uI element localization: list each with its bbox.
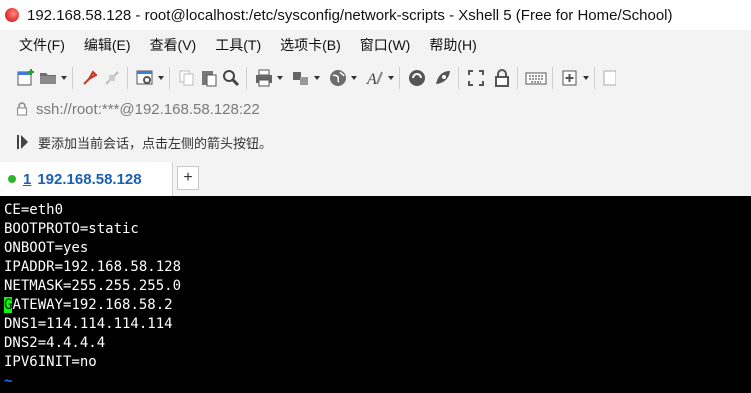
tab-number: 1 (23, 170, 32, 188)
new-tab-icon (562, 70, 577, 86)
paste-icon (202, 71, 217, 87)
find-icon (223, 70, 240, 87)
session-hint-bar: 要添加当前会话，点击左侧的箭头按钮。 (0, 128, 751, 156)
transfer-dropdown-icon[interactable] (314, 76, 320, 80)
open-button[interactable] (38, 66, 67, 90)
font-button[interactable]: A (365, 66, 394, 90)
toolbar-separator (72, 67, 73, 89)
transfer-icon (293, 72, 308, 85)
fullscreen-button[interactable] (466, 66, 486, 90)
keyboard-button[interactable] (525, 66, 547, 90)
terminal-line: NETMASK=255.255.255.0 (4, 278, 182, 294)
layout-button[interactable] (602, 66, 616, 90)
layout-icon (603, 70, 616, 86)
terminal-tilde: ~ (4, 373, 13, 389)
disconnect-icon (105, 71, 119, 85)
toolbar-separator (399, 67, 400, 89)
find-button[interactable] (221, 66, 241, 90)
font-icon: A (366, 71, 383, 88)
paste-button[interactable] (199, 66, 219, 90)
terminal-line: IPADDR=192.168.58.128 (4, 259, 182, 275)
disconnect-button[interactable] (102, 66, 122, 90)
print-button[interactable] (254, 66, 283, 90)
connect-button[interactable] (80, 66, 100, 90)
lock-button[interactable] (492, 66, 512, 90)
new-session-icon (17, 69, 34, 86)
lock-icon (495, 69, 509, 87)
terminal-line: DNS1=114.114.114.114 (4, 316, 173, 332)
add-tab-button[interactable]: + (177, 166, 199, 190)
print-dropdown-icon[interactable] (277, 76, 283, 80)
connected-status-icon (8, 175, 16, 183)
xftp-icon (409, 70, 425, 86)
globe-button[interactable] (328, 66, 357, 90)
globe-icon (330, 70, 346, 86)
globe-dropdown-icon[interactable] (351, 76, 357, 80)
toolbar-separator (594, 67, 595, 89)
menu-tools[interactable]: 工具(T) (209, 35, 267, 55)
toolbar-separator (552, 67, 553, 89)
toolbar-separator (246, 67, 247, 89)
toolbar-separator (517, 67, 518, 89)
new-tab-dropdown-icon[interactable] (583, 76, 589, 80)
menu-edit[interactable]: 编辑(E) (78, 35, 137, 55)
svg-text:A: A (366, 71, 377, 88)
tab-label: 1 192.168.58.128 (23, 171, 142, 188)
terminal-line: DNS2=4.4.4.4 (4, 335, 106, 351)
add-session-arrow-icon[interactable] (16, 133, 30, 151)
session-hint-text: 要添加当前会话，点击左侧的箭头按钮。 (38, 135, 273, 151)
terminal-line: BOOTPROTO=static (4, 221, 139, 237)
new-tab-button[interactable] (560, 66, 589, 90)
new-session-button[interactable] (16, 66, 36, 90)
menu-tab[interactable]: 选项卡(B) (274, 35, 347, 55)
terminal[interactable]: CE=eth0 BOOTPROTO=static ONBOOT=yes IPAD… (0, 196, 751, 393)
menu-bar: 文件(F) 编辑(E) 查看(V) 工具(T) 选项卡(B) 窗口(W) 帮助(… (0, 32, 751, 58)
open-dropdown-icon[interactable] (61, 76, 67, 80)
copy-icon (179, 70, 194, 86)
address-bar[interactable]: ssh://root:***@192.168.58.128:22 (0, 96, 751, 122)
terminal-line-cursor: GATEWAY=192.168.58.2 (4, 296, 173, 315)
xftp-button[interactable] (407, 66, 427, 90)
terminal-line: IPV6INIT=no (4, 354, 97, 370)
terminal-line: ONBOOT=yes (4, 240, 89, 256)
fullscreen-icon (468, 70, 484, 86)
font-dropdown-icon[interactable] (388, 76, 394, 80)
tab-bar: 1 192.168.58.128 + (0, 162, 751, 196)
terminal-line-rest: ATEWAY=192.168.58.2 (12, 297, 173, 313)
menu-window[interactable]: 窗口(W) (354, 35, 417, 55)
window-title: 192.168.58.128 - root@localhost:/etc/sys… (27, 6, 673, 24)
properties-dropdown-icon[interactable] (158, 76, 164, 80)
xmanager-icon (436, 71, 450, 84)
title-bar[interactable]: 192.168.58.128 - root@localhost:/etc/sys… (0, 0, 751, 30)
copy-button[interactable] (177, 66, 197, 90)
print-icon (256, 69, 272, 87)
connect-icon (83, 70, 98, 85)
toolbar-separator (169, 67, 170, 89)
xmanager-button[interactable] (433, 66, 453, 90)
properties-icon (136, 70, 153, 85)
lock-icon (17, 102, 27, 116)
keyboard-icon (525, 72, 547, 85)
toolbar: A (0, 62, 751, 94)
transfer-button[interactable] (291, 66, 320, 90)
toolbar-separator (458, 67, 459, 89)
menu-view[interactable]: 查看(V) (144, 35, 203, 55)
address-text[interactable]: ssh://root:***@192.168.58.128:22 (36, 101, 260, 118)
toolbar-separator (127, 67, 128, 89)
tab-session-1[interactable]: 1 192.168.58.128 (0, 162, 173, 196)
xshell-logo-icon[interactable] (5, 8, 19, 22)
terminal-line: CE=eth0 (4, 202, 64, 218)
menu-file[interactable]: 文件(F) (13, 35, 71, 55)
properties-button[interactable] (135, 66, 164, 90)
tab-host: 192.168.58.128 (37, 170, 142, 188)
menu-help[interactable]: 帮助(H) (423, 35, 482, 55)
open-folder-icon (40, 73, 56, 84)
